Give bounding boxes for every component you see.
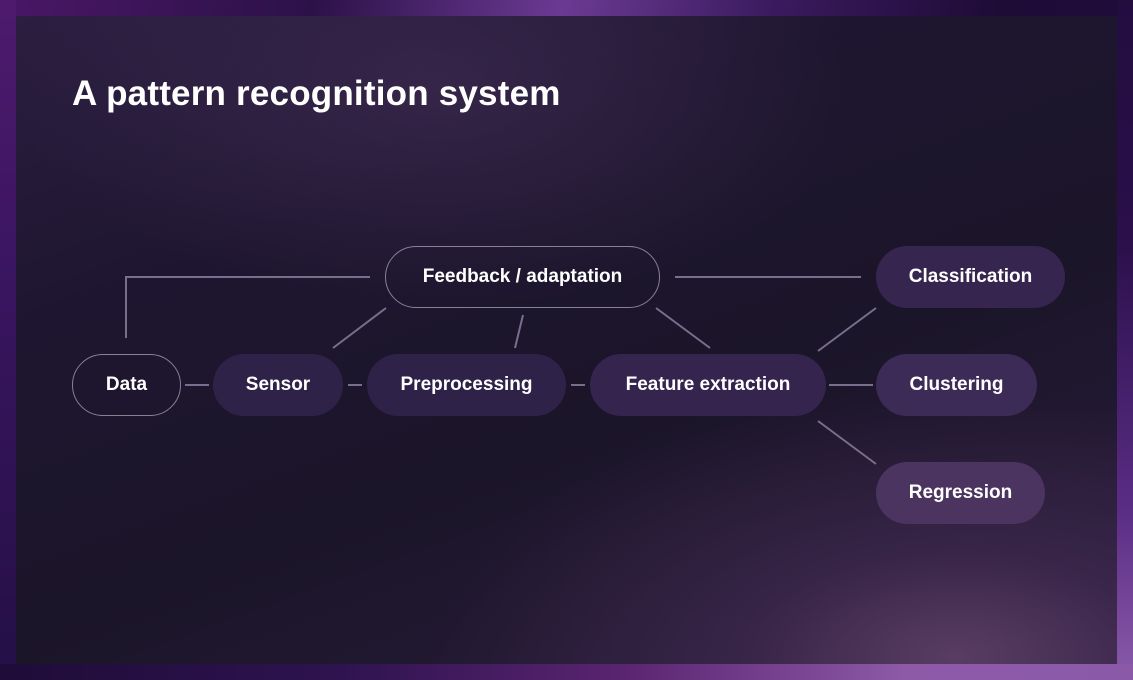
node-preprocessing: Preprocessing xyxy=(367,354,566,416)
node-classification: Classification xyxy=(876,246,1065,308)
node-feedback-adaptation-label: Feedback / adaptation xyxy=(422,266,623,287)
node-regression: Regression xyxy=(876,462,1045,524)
node-sensor: Sensor xyxy=(213,354,343,416)
edge-feedback-feature-extraction xyxy=(655,307,711,349)
edge-feedback-preprocessing xyxy=(514,314,524,349)
node-regression-label: Regression xyxy=(908,482,1013,503)
node-clustering-label: Clustering xyxy=(909,374,1004,395)
node-clustering: Clustering xyxy=(876,354,1037,416)
node-feedback-adaptation: Feedback / adaptation xyxy=(385,246,660,308)
diagram-edges xyxy=(125,276,877,465)
edge-feedback-sensor xyxy=(332,307,387,349)
node-data: Data xyxy=(72,354,181,416)
node-feature-extraction-label: Feature extraction xyxy=(625,374,791,395)
node-data-label: Data xyxy=(105,374,148,395)
node-preprocessing-label: Preprocessing xyxy=(400,374,533,395)
edge-feature-extraction-classification xyxy=(817,307,877,352)
node-sensor-label: Sensor xyxy=(245,374,311,395)
edge-feedback-data xyxy=(125,276,370,338)
edge-feature-extraction-regression xyxy=(817,420,877,465)
node-classification-label: Classification xyxy=(908,266,1033,287)
node-feature-extraction: Feature extraction xyxy=(590,354,826,416)
